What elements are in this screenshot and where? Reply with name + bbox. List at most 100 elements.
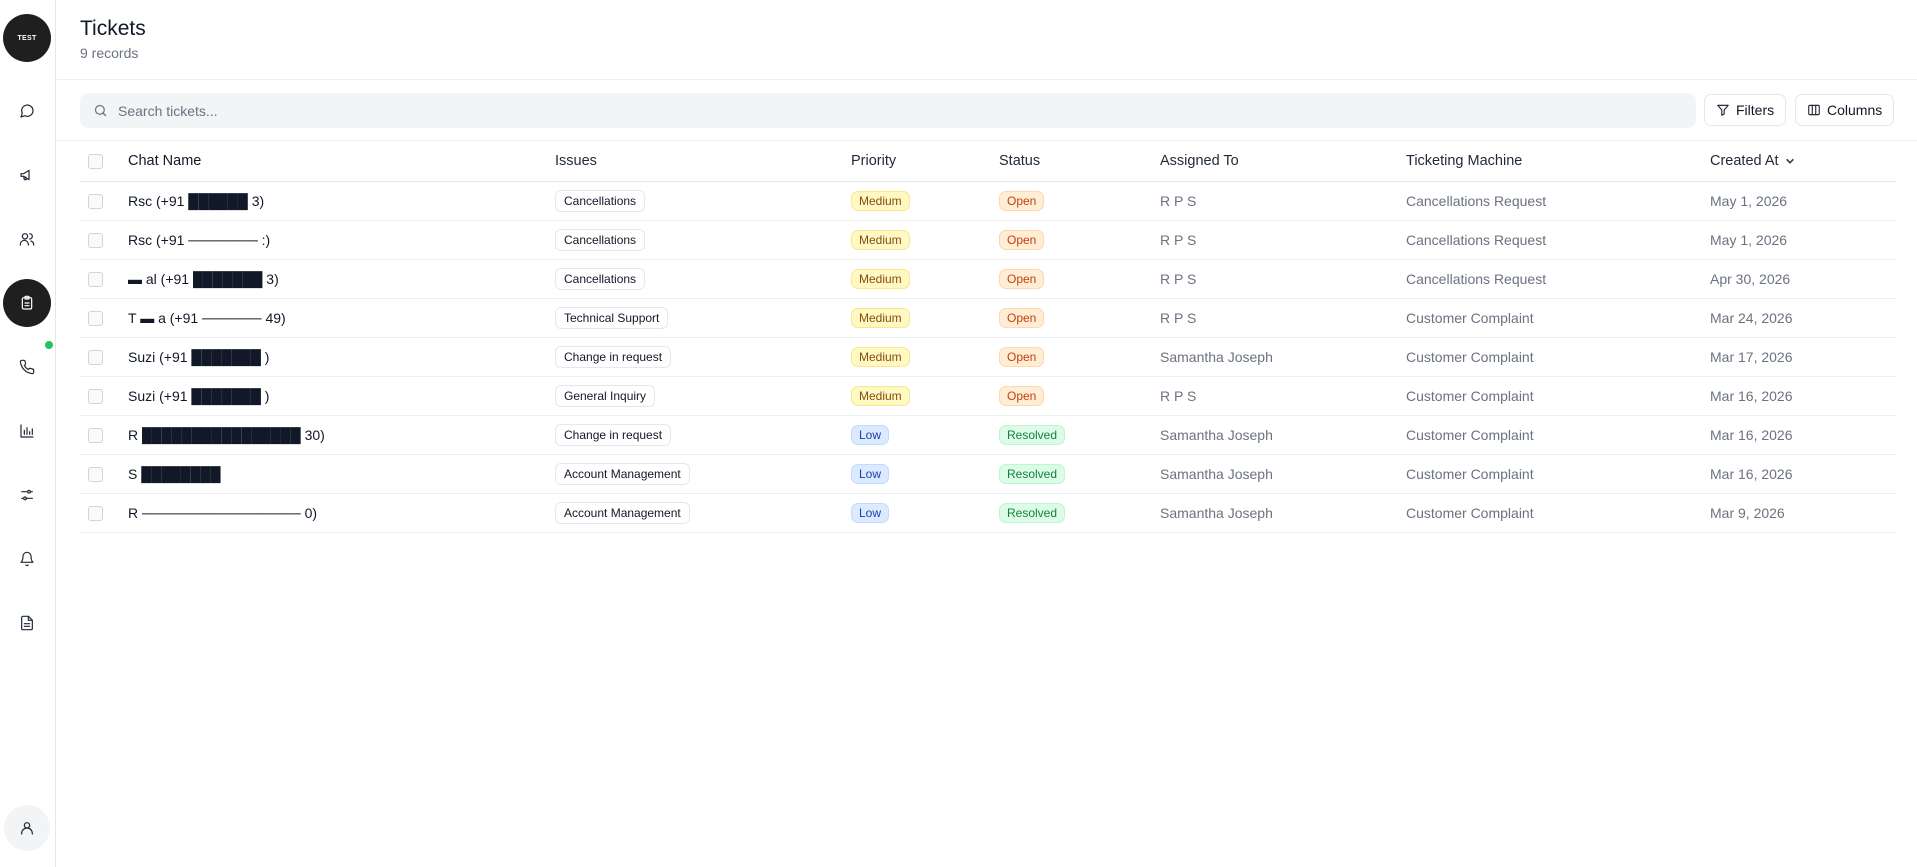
filters-button[interactable]: Filters [1704, 94, 1787, 126]
user-icon [21, 822, 33, 835]
priority-badge: Medium [851, 347, 910, 367]
assigned-to-cell: Samantha Joseph [1160, 505, 1273, 521]
row-checkbox[interactable] [88, 310, 103, 326]
page-header: Tickets 9 records [80, 16, 146, 61]
status-badge: Open [999, 269, 1045, 289]
column-header-status[interactable]: Status [999, 141, 1040, 181]
columns-label: Columns [1827, 102, 1883, 118]
nav-analytics[interactable] [3, 407, 51, 455]
issue-tag: Change in request [555, 424, 672, 446]
users-icon [19, 233, 35, 246]
nav-contacts[interactable] [3, 215, 51, 263]
status-badge: Resolved [999, 503, 1066, 523]
created-at-cell: Mar 16, 2026 [1710, 427, 1793, 443]
nav-broadcasts[interactable] [3, 151, 51, 199]
search-box[interactable] [80, 93, 1696, 128]
chat-name-cell[interactable]: Suzi (+91 ███████ ) [128, 338, 269, 376]
search-input[interactable] [118, 102, 1678, 119]
nav-documents[interactable] [3, 599, 51, 647]
priority-badge: Medium [851, 308, 910, 328]
filters-label: Filters [1736, 102, 1775, 118]
created-at-label: Created At [1710, 153, 1779, 169]
column-header-priority[interactable]: Priority [851, 141, 896, 181]
workspace-logo[interactable]: TEST [3, 14, 51, 62]
issue-tag: Cancellations [555, 190, 646, 212]
table-body: Rsc (+91 ██████ 3) Cancellations Medium Ope… [80, 182, 1896, 533]
sliders-icon [21, 489, 33, 501]
table-row[interactable]: Rsc (+91 ██████ 3) Cancellations Medium Ope… [80, 182, 1896, 221]
row-checkbox[interactable] [88, 271, 103, 287]
column-header-ticketing-machine[interactable]: Ticketing Machine [1406, 141, 1522, 181]
chat-name-cell[interactable]: Rsc (+91 ─────── :) [128, 221, 270, 259]
row-checkbox[interactable] [88, 466, 103, 482]
created-at-cell: Mar 9, 2026 [1710, 505, 1785, 521]
nav-notifications[interactable] [3, 535, 51, 583]
assigned-to-cell: R P S [1160, 193, 1197, 209]
created-at-cell: May 1, 2026 [1710, 193, 1788, 209]
ticketing-machine-cell: Cancellations Request [1406, 193, 1547, 209]
nav-calls[interactable] [3, 343, 51, 391]
phone-icon [19, 359, 35, 375]
status-badge: Resolved [999, 464, 1066, 484]
assigned-to-cell: R P S [1160, 271, 1197, 287]
row-checkbox[interactable] [88, 388, 103, 404]
bell-icon [20, 551, 34, 567]
issue-tag: Technical Support [555, 307, 669, 329]
nav-chats[interactable] [3, 87, 51, 135]
columns-button[interactable]: Columns [1795, 94, 1895, 126]
columns-icon [1808, 104, 1820, 116]
nav-tickets[interactable] [3, 279, 51, 327]
table-row[interactable]: T ▬ a (+91 ────── 49) Technical Support Me… [80, 299, 1896, 338]
assigned-to-cell: R P S [1160, 388, 1197, 404]
table-row[interactable]: Rsc (+91 ─────── :) Cancellations Medium Op… [80, 221, 1896, 260]
row-checkbox[interactable] [88, 349, 103, 365]
row-checkbox[interactable] [88, 427, 103, 443]
priority-badge: Medium [851, 230, 910, 250]
row-checkbox[interactable] [88, 505, 103, 521]
status-badge: Open [999, 386, 1045, 406]
header-divider [57, 79, 1917, 80]
chat-icon [20, 104, 34, 118]
priority-badge: Low [851, 425, 890, 445]
column-header-issues[interactable]: Issues [555, 141, 597, 181]
filter-icon [1717, 104, 1729, 116]
table-row[interactable]: R ──────────────── 0) Account Management L… [80, 494, 1896, 533]
chevron-down-icon [1785, 158, 1794, 164]
table-row[interactable]: Suzi (+91 ███████ ) Change in request Medi… [80, 338, 1896, 377]
chat-name-cell[interactable]: R ████████████████ 30) [128, 416, 325, 454]
table-row[interactable]: R ████████████████ 30) Change in request L… [80, 416, 1896, 455]
chat-name-cell[interactable]: T ▬ a (+91 ────── 49) [128, 299, 286, 337]
chat-name-cell[interactable]: Suzi (+91 ███████ ) [128, 377, 269, 415]
page-title: Tickets [80, 17, 146, 40]
sidebar: TEST [0, 0, 56, 867]
column-header-created-at[interactable]: Created At [1710, 141, 1795, 181]
table-row[interactable]: ▬ al (+91 ███████ 3) Cancellations Medium O… [80, 260, 1896, 299]
assigned-to-cell: Samantha Joseph [1160, 466, 1273, 482]
created-at-cell: Mar 16, 2026 [1710, 388, 1793, 404]
assigned-to-cell: Samantha Joseph [1160, 349, 1273, 365]
row-checkbox[interactable] [88, 232, 103, 248]
chat-name-cell[interactable]: ▬ al (+91 ███████ 3) [128, 260, 279, 298]
assigned-to-cell: R P S [1160, 310, 1197, 326]
document-icon [21, 615, 33, 631]
record-count: 9 records [80, 45, 139, 61]
issue-tag: Cancellations [555, 268, 646, 290]
created-at-cell: Apr 30, 2026 [1710, 271, 1791, 287]
ticketing-machine-cell: Customer Complaint [1406, 466, 1534, 482]
column-header-assigned-to[interactable]: Assigned To [1160, 141, 1239, 181]
row-checkbox[interactable] [88, 193, 103, 209]
column-header-chat-name[interactable]: Chat Name [128, 141, 201, 181]
chat-name-cell[interactable]: Rsc (+91 ██████ 3) [128, 182, 264, 220]
table-row[interactable]: S ████████ Account Management Low Resolved S… [80, 455, 1896, 494]
chat-name-cell[interactable]: S ████████ [128, 455, 221, 493]
table-row[interactable]: Suzi (+91 ███████ ) General Inquiry Medium… [80, 377, 1896, 416]
ticketing-machine-cell: Customer Complaint [1406, 505, 1534, 521]
select-all-checkbox[interactable] [88, 153, 103, 169]
megaphone-icon [20, 169, 30, 181]
tickets-table: Chat Name Issues Priority Status Assigne… [80, 141, 1896, 533]
profile-button[interactable] [4, 805, 50, 851]
chat-name-cell[interactable]: R ──────────────── 0) [128, 494, 317, 532]
nav-settings[interactable] [3, 471, 51, 519]
table-header-row: Chat Name Issues Priority Status Assigne… [80, 141, 1896, 182]
ticketing-machine-cell: Customer Complaint [1406, 427, 1534, 443]
